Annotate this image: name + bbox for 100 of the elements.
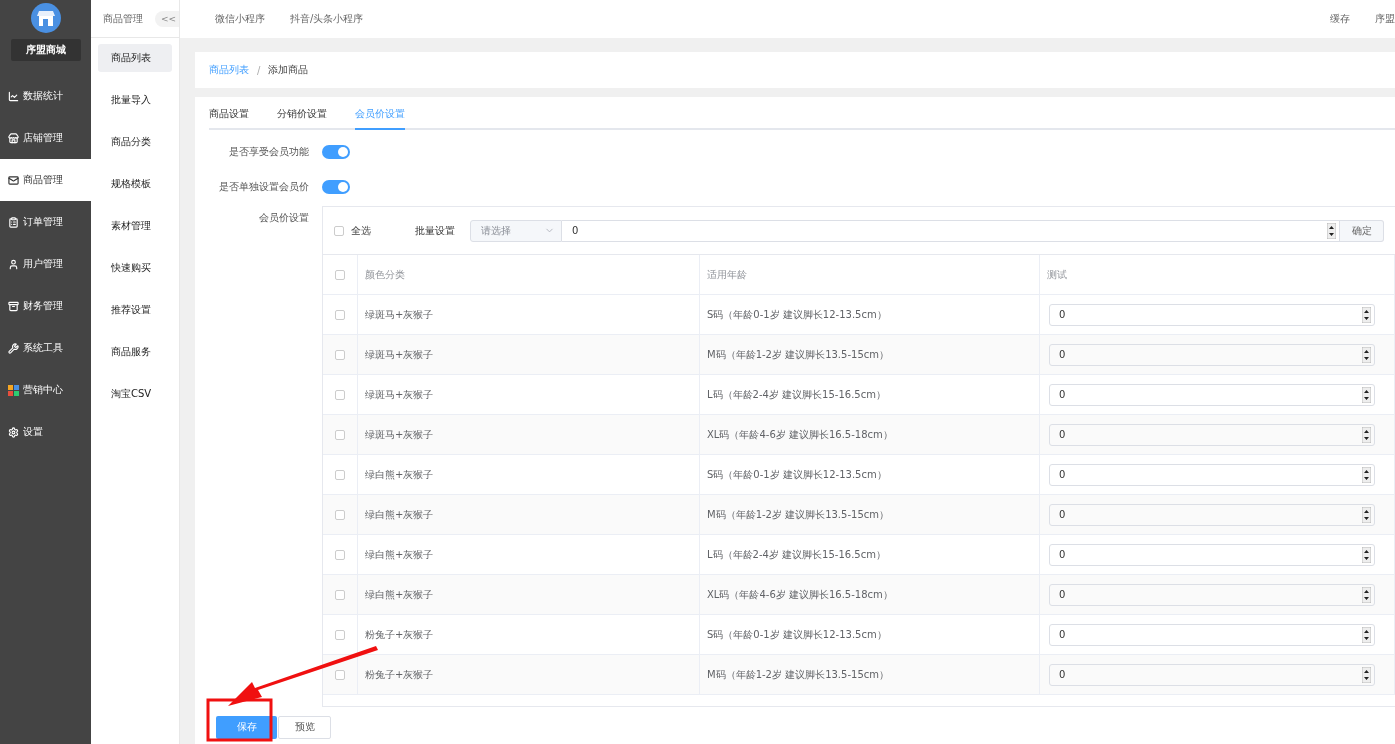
- menu-icon: [8, 174, 19, 186]
- table-cell: 绿斑马+灰猴子: [358, 295, 700, 334]
- table-cell: S码（年龄0-1岁 建议脚长12-13.5cm）: [700, 455, 1040, 494]
- table-cell: L码（年龄2-4岁 建议脚长15-16.5cm）: [700, 375, 1040, 414]
- checkbox[interactable]: [335, 469, 345, 480]
- field-label: 是否享受会员功能: [228, 144, 310, 159]
- top-nav-link[interactable]: 抖音/头条小程序: [290, 12, 364, 26]
- sidebar-item[interactable]: 订单管理: [0, 201, 91, 243]
- tab[interactable]: 分销价设置: [277, 107, 327, 130]
- submenu-item[interactable]: 推荐设置: [98, 296, 172, 324]
- breadcrumb-link[interactable]: 添加商品: [268, 63, 309, 77]
- submenu-item[interactable]: 商品分类: [98, 128, 172, 156]
- submenu-item[interactable]: 批量导入: [98, 86, 172, 114]
- table-cell: 绿斑马+灰猴子: [358, 415, 700, 454]
- table-cell: 绿斑马+灰猴子: [358, 335, 700, 374]
- stepper-icon[interactable]: [1362, 586, 1371, 603]
- top-nav-link[interactable]: 微信小程序: [215, 12, 265, 26]
- stepper-icon[interactable]: [1362, 626, 1371, 643]
- submenu-item[interactable]: 规格模板: [98, 170, 172, 198]
- checkbox[interactable]: [335, 429, 345, 440]
- stepper-icon[interactable]: [1362, 346, 1371, 363]
- menu-icon: [8, 258, 19, 270]
- field-label: 会员价设置: [258, 211, 310, 225]
- brand-name: 序盟商城: [10, 39, 81, 61]
- price-input[interactable]: 0: [1049, 463, 1375, 486]
- table-cell: M码（年龄1-2岁 建议脚长13.5-15cm）: [700, 495, 1040, 534]
- top-action-link[interactable]: 序盟: [1375, 12, 1395, 26]
- table-cell: L码（年龄2-4岁 建议脚长15-16.5cm）: [700, 535, 1040, 574]
- checkbox[interactable]: [335, 549, 345, 560]
- price-input[interactable]: 0: [1049, 583, 1375, 606]
- checkbox[interactable]: [335, 669, 345, 680]
- stepper-icon[interactable]: [1362, 466, 1371, 483]
- breadcrumb-separator: /: [257, 64, 261, 76]
- sidebar-item[interactable]: 商品管理: [0, 159, 91, 201]
- stepper-icon[interactable]: [1327, 222, 1336, 239]
- batch-label: 批量设置: [415, 223, 455, 238]
- price-input[interactable]: 0: [1049, 303, 1375, 326]
- column-header: 测试: [1040, 255, 1395, 294]
- sidebar-item[interactable]: 系统工具: [0, 327, 91, 369]
- tab[interactable]: 商品设置: [209, 107, 249, 130]
- checkbox[interactable]: [334, 225, 344, 236]
- table-cell: 绿白熊+灰猴子: [358, 535, 700, 574]
- submenu-item[interactable]: 素材管理: [98, 212, 172, 240]
- table-cell: S码（年龄0-1岁 建议脚长12-13.5cm）: [700, 615, 1040, 654]
- checkbox[interactable]: [335, 509, 345, 520]
- menu-icon: [8, 216, 19, 228]
- submenu-item[interactable]: 淘宝CSV: [98, 380, 172, 408]
- column-header: 适用年龄: [700, 255, 1040, 294]
- blocks-icon: [8, 384, 19, 396]
- sidebar-item[interactable]: 数据统计: [0, 75, 91, 117]
- stepper-icon[interactable]: [1362, 506, 1371, 523]
- sidebar-item[interactable]: 设置: [0, 411, 91, 453]
- column-header: 颜色分类: [358, 255, 700, 294]
- stepper-icon[interactable]: [1362, 426, 1371, 443]
- toggle-switch[interactable]: [322, 144, 350, 159]
- sidebar-item[interactable]: 营销中心: [0, 369, 91, 411]
- table-cell: XL码（年龄4-6岁 建议脚长16.5-18cm）: [700, 415, 1040, 454]
- table-cell: M码（年龄1-2岁 建议脚长13.5-15cm）: [700, 335, 1040, 374]
- price-input[interactable]: 0: [1049, 503, 1375, 526]
- sidebar-item[interactable]: 店铺管理: [0, 117, 91, 159]
- menu-icon: [8, 300, 19, 312]
- table-cell: S码（年龄0-1岁 建议脚长12-13.5cm）: [700, 295, 1040, 334]
- checkbox[interactable]: [335, 349, 345, 360]
- highlight-frame: [206, 698, 273, 742]
- confirm-button[interactable]: 确定: [1340, 219, 1384, 242]
- stepper-icon[interactable]: [1362, 306, 1371, 323]
- submenu-item[interactable]: 商品服务: [98, 338, 172, 366]
- submenu-title: 商品管理: [103, 11, 143, 26]
- table-cell: M码（年龄1-2岁 建议脚长13.5-15cm）: [700, 655, 1040, 694]
- price-input[interactable]: 0: [1049, 623, 1375, 646]
- submenu-item[interactable]: 商品列表: [98, 44, 172, 72]
- table-cell: 绿白熊+灰猴子: [358, 495, 700, 534]
- checkbox[interactable]: [335, 389, 345, 400]
- price-input[interactable]: 0: [1049, 543, 1375, 566]
- top-action-link[interactable]: 缓存: [1330, 12, 1350, 26]
- table-cell: 绿斑马+灰猴子: [358, 375, 700, 414]
- preview-button[interactable]: 预览: [278, 715, 331, 739]
- stepper-icon[interactable]: [1362, 546, 1371, 563]
- checkbox[interactable]: [335, 309, 345, 320]
- stepper-icon[interactable]: [1362, 666, 1371, 683]
- stepper-icon[interactable]: [1362, 386, 1371, 403]
- checkbox[interactable]: [335, 269, 345, 280]
- menu-icon: [8, 426, 19, 438]
- price-input[interactable]: 0: [1049, 423, 1375, 446]
- sidebar-item[interactable]: 用户管理: [0, 243, 91, 285]
- table-cell: 绿白熊+灰猴子: [358, 575, 700, 614]
- menu-icon: [8, 90, 19, 102]
- price-input[interactable]: 0: [1049, 343, 1375, 366]
- toggle-switch[interactable]: [322, 179, 350, 194]
- submenu-item[interactable]: 快速购买: [98, 254, 172, 282]
- table-cell: XL码（年龄4-6岁 建议脚长16.5-18cm）: [700, 575, 1040, 614]
- checkbox[interactable]: [335, 629, 345, 640]
- price-input[interactable]: 0: [1049, 663, 1375, 686]
- sidebar-item[interactable]: 财务管理: [0, 285, 91, 327]
- batch-input[interactable]: 0: [562, 219, 1340, 242]
- select-all-label: 全选: [351, 223, 371, 238]
- price-input[interactable]: 0: [1049, 383, 1375, 406]
- checkbox[interactable]: [335, 589, 345, 600]
- menu-icon: [8, 342, 19, 354]
- table-cell: 绿白熊+灰猴子: [358, 455, 700, 494]
